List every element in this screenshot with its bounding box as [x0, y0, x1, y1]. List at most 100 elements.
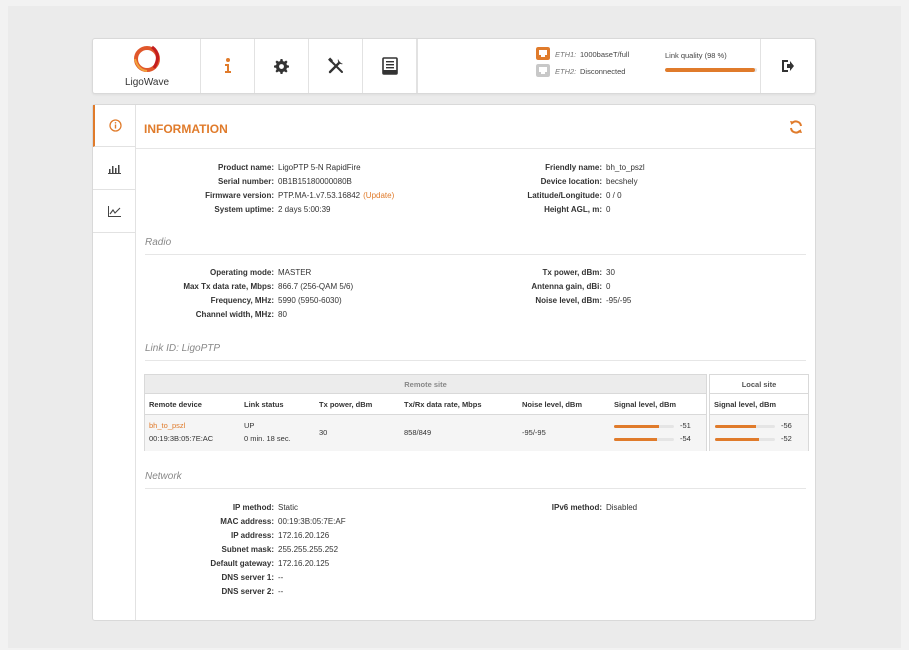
kv-row: Friendly name: bh_to_pszl — [476, 163, 645, 177]
nav-information-button[interactable] — [201, 39, 255, 93]
nav-system-button[interactable] — [363, 39, 417, 93]
section-radio-title: Radio — [145, 237, 806, 255]
col-data-rate: Tx/Rx data rate, Mbps — [404, 400, 482, 409]
sidebar-item-information[interactable] — [93, 105, 136, 147]
section-network-title: Network — [145, 471, 806, 489]
nav-tools-button[interactable] — [309, 39, 363, 93]
signal-value: -51 — [680, 421, 691, 430]
remote-signal-chain-0: -51 — [614, 421, 694, 432]
update-firmware-link[interactable]: (Update) — [363, 191, 394, 200]
kv-value-text: MASTER — [278, 268, 312, 277]
kv-row: Latitude/Longitude: 0 / 0 — [476, 191, 645, 205]
kv-value: 866.7 (256-QAM 5/6) — [278, 282, 353, 296]
kv-label: Noise level, dBm: — [535, 296, 602, 305]
kv-label: DNS server 1: — [221, 573, 274, 582]
table-row: bh_to_pszl 00:19:3B:05:7E:AC UP 0 min. 1… — [145, 415, 706, 451]
main-panel: INFORMATION Product name: LigoPTP 5-N Rap… — [92, 104, 816, 621]
local-signal-chain-1: -52 — [715, 434, 795, 445]
kv-value: -- — [278, 587, 283, 601]
kv-label: Frequency, MHz: — [210, 296, 274, 305]
kv-value-text: 172.16.20.126 — [278, 531, 330, 540]
kv-value: LigoPTP 5-N RapidFire — [278, 163, 361, 177]
kv-label: Default gateway: — [210, 559, 274, 568]
col-remote-device: Remote device — [149, 400, 202, 409]
kv-value: 2 days 5:00:39 — [278, 205, 330, 219]
kv-label: Antenna gain, dBi: — [531, 282, 602, 291]
kv-row: IPv6 method: Disabled — [476, 503, 637, 517]
sidebar-item-statistics[interactable] — [93, 148, 136, 190]
radio-left-list: Operating mode: MASTER Max Tx data rate, M… — [136, 268, 353, 324]
kv-value: 0 — [606, 282, 610, 296]
kv-value-text: Static — [278, 503, 299, 512]
kv-value: 255.255.255.252 — [278, 545, 338, 559]
kv-value: 0B1B15180000080B — [278, 177, 352, 191]
nav-divider — [417, 39, 418, 93]
ligowave-logo[interactable]: LigoWave — [93, 39, 201, 93]
kv-value: 0 / 0 — [606, 191, 622, 205]
kv-value: -- — [278, 573, 283, 587]
kv-label: IPv6 method: — [551, 503, 602, 512]
ligowave-logo-icon — [134, 45, 160, 72]
kv-row: Max Tx data rate, Mbps: 866.7 (256-QAM 5/… — [136, 282, 353, 296]
remote-site-header: Remote site — [145, 375, 706, 394]
kv-value: MASTER — [278, 268, 311, 282]
kv-row: Frequency, MHz: 5990 (5950-6030) — [136, 296, 353, 310]
signal-bar-fill — [715, 425, 756, 428]
kv-value-text: 0 — [606, 205, 611, 214]
kv-row: Subnet mask: 255.255.255.252 — [136, 545, 346, 559]
kv-value-text: 2 days 5:00:39 — [278, 205, 331, 214]
title-bar: INFORMATION — [136, 105, 815, 149]
section-link-title: Link ID: LigoPTP — [145, 343, 806, 361]
logo-text: LigoWave — [124, 77, 170, 88]
logout-icon — [782, 60, 794, 72]
col-local-signal: Signal level, dBm — [714, 400, 777, 409]
link-quality-fill — [665, 68, 756, 72]
radio-right-list: Tx power, dBm: 30 Antenna gain, dBi: 0 Noise… — [476, 268, 631, 310]
link-status-time: 0 min. 18 sec. — [244, 434, 291, 443]
info-icon — [109, 119, 122, 132]
kv-value-text: -- — [278, 587, 284, 596]
network-left-list: IP method: Static MAC address: 00:19:3B:05:… — [136, 503, 346, 601]
kv-label: Firmware version: — [205, 191, 274, 200]
kv-row: Default gateway: 172.16.20.125 — [136, 559, 346, 573]
signal-bar-fill — [614, 438, 658, 441]
kv-label: Channel width, MHz: — [195, 310, 274, 319]
signal-value: -56 — [781, 421, 792, 430]
kv-row: Noise level, dBm: -95/-95 — [476, 296, 631, 310]
link-quality-label: Link quality (98 %) — [665, 51, 727, 60]
remote-device-link[interactable]: bh_to_pszl — [149, 421, 185, 430]
noise-value: -95/-95 — [522, 428, 546, 437]
refresh-button[interactable] — [789, 120, 803, 136]
kv-value: bh_to_pszl — [606, 163, 645, 177]
kv-row: Serial number: 0B1B15180000080B — [136, 177, 394, 191]
content-area: INFORMATION Product name: LigoPTP 5-N Rap… — [136, 105, 815, 620]
line-chart-icon — [108, 206, 121, 217]
kv-label: System uptime: — [214, 205, 274, 214]
logout-button[interactable] — [760, 39, 815, 93]
ethernet-port-icon — [536, 47, 550, 60]
signal-bar-fill — [614, 425, 659, 428]
kv-value-text: 00:19:3B:05:7E:AF — [278, 517, 346, 526]
kv-label: Friendly name: — [545, 163, 602, 172]
kv-value-text: 866.7 (256-QAM 5/6) — [278, 282, 354, 291]
kv-row: MAC address: 00:19:3B:05:7E:AF — [136, 517, 346, 531]
kv-row: Product name: LigoPTP 5-N RapidFire — [136, 163, 394, 177]
nav-settings-button[interactable] — [255, 39, 309, 93]
ethernet-port-icon — [536, 64, 550, 77]
kv-label: Subnet mask: — [221, 545, 274, 554]
kv-value: 00:19:3B:05:7E:AF — [278, 517, 346, 531]
kv-value-text: 5990 (5950-6030) — [278, 296, 342, 305]
kv-row: IP address: 172.16.20.126 — [136, 531, 346, 545]
col-link-status: Link status — [244, 400, 284, 409]
kv-label: Device location: — [540, 177, 602, 186]
kv-row: DNS server 1: -- — [136, 573, 346, 587]
kv-label: IP method: — [232, 503, 274, 512]
sidebar-item-graphs[interactable] — [93, 191, 136, 233]
refresh-icon — [790, 120, 802, 134]
kv-value-text: LigoPTP 5-N RapidFire — [278, 163, 361, 172]
data-rate-value: 858/849 — [404, 428, 432, 437]
table-row: -56 -52 — [710, 415, 808, 451]
kv-value-text: Disabled — [606, 503, 638, 512]
kv-value: 172.16.20.125 — [278, 559, 329, 573]
kv-value: 0 — [606, 205, 610, 219]
